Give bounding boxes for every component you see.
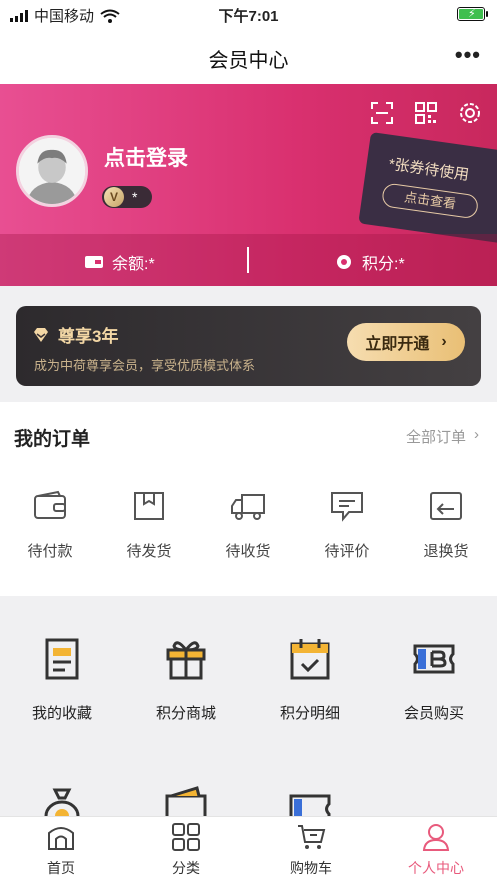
- member-center-page: 中国移动 下午7:01 ⚡ 会员中心 ••• 点击登录 V * *张券待使用 点…: [0, 0, 497, 883]
- order-pending-review[interactable]: 待评价: [302, 490, 392, 561]
- home-icon: [48, 827, 74, 850]
- service-member-purchase[interactable]: 会员购买: [374, 636, 494, 723]
- category-icon: [172, 823, 200, 851]
- vip-banner-description: 成为中荷尊享会员，享受优质模式体系: [34, 358, 256, 373]
- order-pending-shipment[interactable]: 待发货: [104, 490, 194, 561]
- settings-icon[interactable]: [457, 100, 483, 126]
- qrcode-icon[interactable]: [413, 100, 439, 126]
- wallet-icon: [34, 490, 66, 519]
- all-orders-link[interactable]: 全部订单 ›: [406, 426, 479, 447]
- order-label: 待评价: [324, 543, 370, 560]
- box-icon: [134, 492, 164, 520]
- vip-banner[interactable]: 尊享3年 成为中荷尊享会员，享受优质模式体系 立即开通 ›: [16, 306, 481, 386]
- vip-level-value: *: [132, 189, 138, 205]
- order-label: 待收货: [225, 543, 271, 560]
- user-icon: [422, 824, 450, 851]
- member-header: 点击登录 V * *张券待使用 点击查看 余额:* 积分:*: [0, 84, 497, 286]
- service-points-detail[interactable]: 积分明细: [250, 636, 370, 723]
- tab-bar: 首页 分类 购物车 个人中心: [0, 816, 497, 883]
- order-returns[interactable]: 退换货: [401, 490, 491, 561]
- order-pending-receipt[interactable]: 待收货: [203, 490, 293, 561]
- order-label: 退换货: [423, 543, 469, 560]
- balance-bar: 余额:* 积分:*: [0, 234, 497, 286]
- scan-icon[interactable]: [369, 100, 395, 126]
- truck-icon: [231, 494, 265, 520]
- orders-title: 我的订单: [14, 429, 91, 450]
- battery-icon: ⚡: [457, 7, 488, 21]
- cart-icon: [298, 825, 326, 849]
- service-label: 我的收藏: [31, 705, 92, 722]
- order-label: 待付款: [27, 543, 73, 560]
- all-orders-label: 全部订单: [405, 429, 466, 446]
- vip-banner-title: 尊享3年: [32, 322, 118, 347]
- coupon-card[interactable]: *张券待使用 点击查看: [358, 132, 497, 244]
- order-pending-payment[interactable]: 待付款: [5, 490, 95, 561]
- favorites-icon: [45, 638, 79, 680]
- diamond-icon: [34, 327, 48, 342]
- points-text: 积分:*: [362, 256, 405, 273]
- vip-banner-title-text: 尊享3年: [58, 327, 119, 346]
- tab-label: 个人中心: [408, 860, 464, 876]
- open-vip-label: 立即开通: [365, 336, 430, 353]
- points-item[interactable]: 积分:*: [334, 250, 405, 274]
- balance-item[interactable]: 余额:*: [84, 250, 155, 274]
- gift-icon: [166, 641, 206, 680]
- chevron-right-icon: ›: [474, 426, 479, 443]
- orders-section: 我的订单 全部订单 › 待付款 待发货 待收货 待评价 退换货: [0, 402, 497, 596]
- tab-label: 购物车: [290, 860, 332, 876]
- tab-label: 首页: [47, 860, 75, 876]
- more-menu-button[interactable]: •••: [455, 42, 481, 68]
- balance-divider: [247, 247, 249, 273]
- tab-category[interactable]: 分类: [131, 822, 241, 878]
- tab-cart[interactable]: 购物车: [256, 822, 366, 878]
- open-vip-button[interactable]: 立即开通 ›: [347, 323, 465, 361]
- balance-icon: [85, 256, 103, 268]
- tab-profile[interactable]: 个人中心: [381, 822, 491, 878]
- coupon-view-button[interactable]: 点击查看: [380, 182, 480, 220]
- page-title: 会员中心: [208, 50, 289, 72]
- member-level-badge: V *: [102, 186, 152, 208]
- services-grid: 我的收藏 积分商城 积分明细 会员购买: [0, 596, 497, 832]
- avatar[interactable]: [16, 135, 88, 207]
- nav-bar: 会员中心 •••: [0, 28, 497, 84]
- service-label: 会员购买: [403, 705, 464, 722]
- tab-label: 分类: [172, 860, 200, 876]
- status-time: 下午7:01: [218, 8, 279, 25]
- member-card-icon: [413, 644, 455, 674]
- status-bar: 中国移动 下午7:01 ⚡: [0, 0, 497, 28]
- calendar-check-icon: [290, 639, 330, 680]
- comment-icon: [331, 492, 363, 522]
- coupon-count: *张券待使用: [387, 155, 471, 184]
- points-icon: [337, 255, 351, 269]
- service-points-mall[interactable]: 积分商城: [126, 636, 246, 723]
- service-favorites[interactable]: 我的收藏: [2, 636, 122, 723]
- header-actions: [369, 100, 483, 126]
- return-icon: [430, 492, 462, 520]
- login-link[interactable]: 点击登录: [104, 142, 188, 172]
- tab-home[interactable]: 首页: [6, 822, 116, 878]
- chevron-right-icon: ›: [441, 333, 447, 350]
- order-label: 待发货: [126, 543, 172, 560]
- balance-text: 余额:*: [112, 256, 155, 273]
- service-label: 积分商城: [155, 705, 216, 722]
- service-label: 积分明细: [279, 705, 340, 722]
- vip-level-icon: V: [104, 187, 124, 207]
